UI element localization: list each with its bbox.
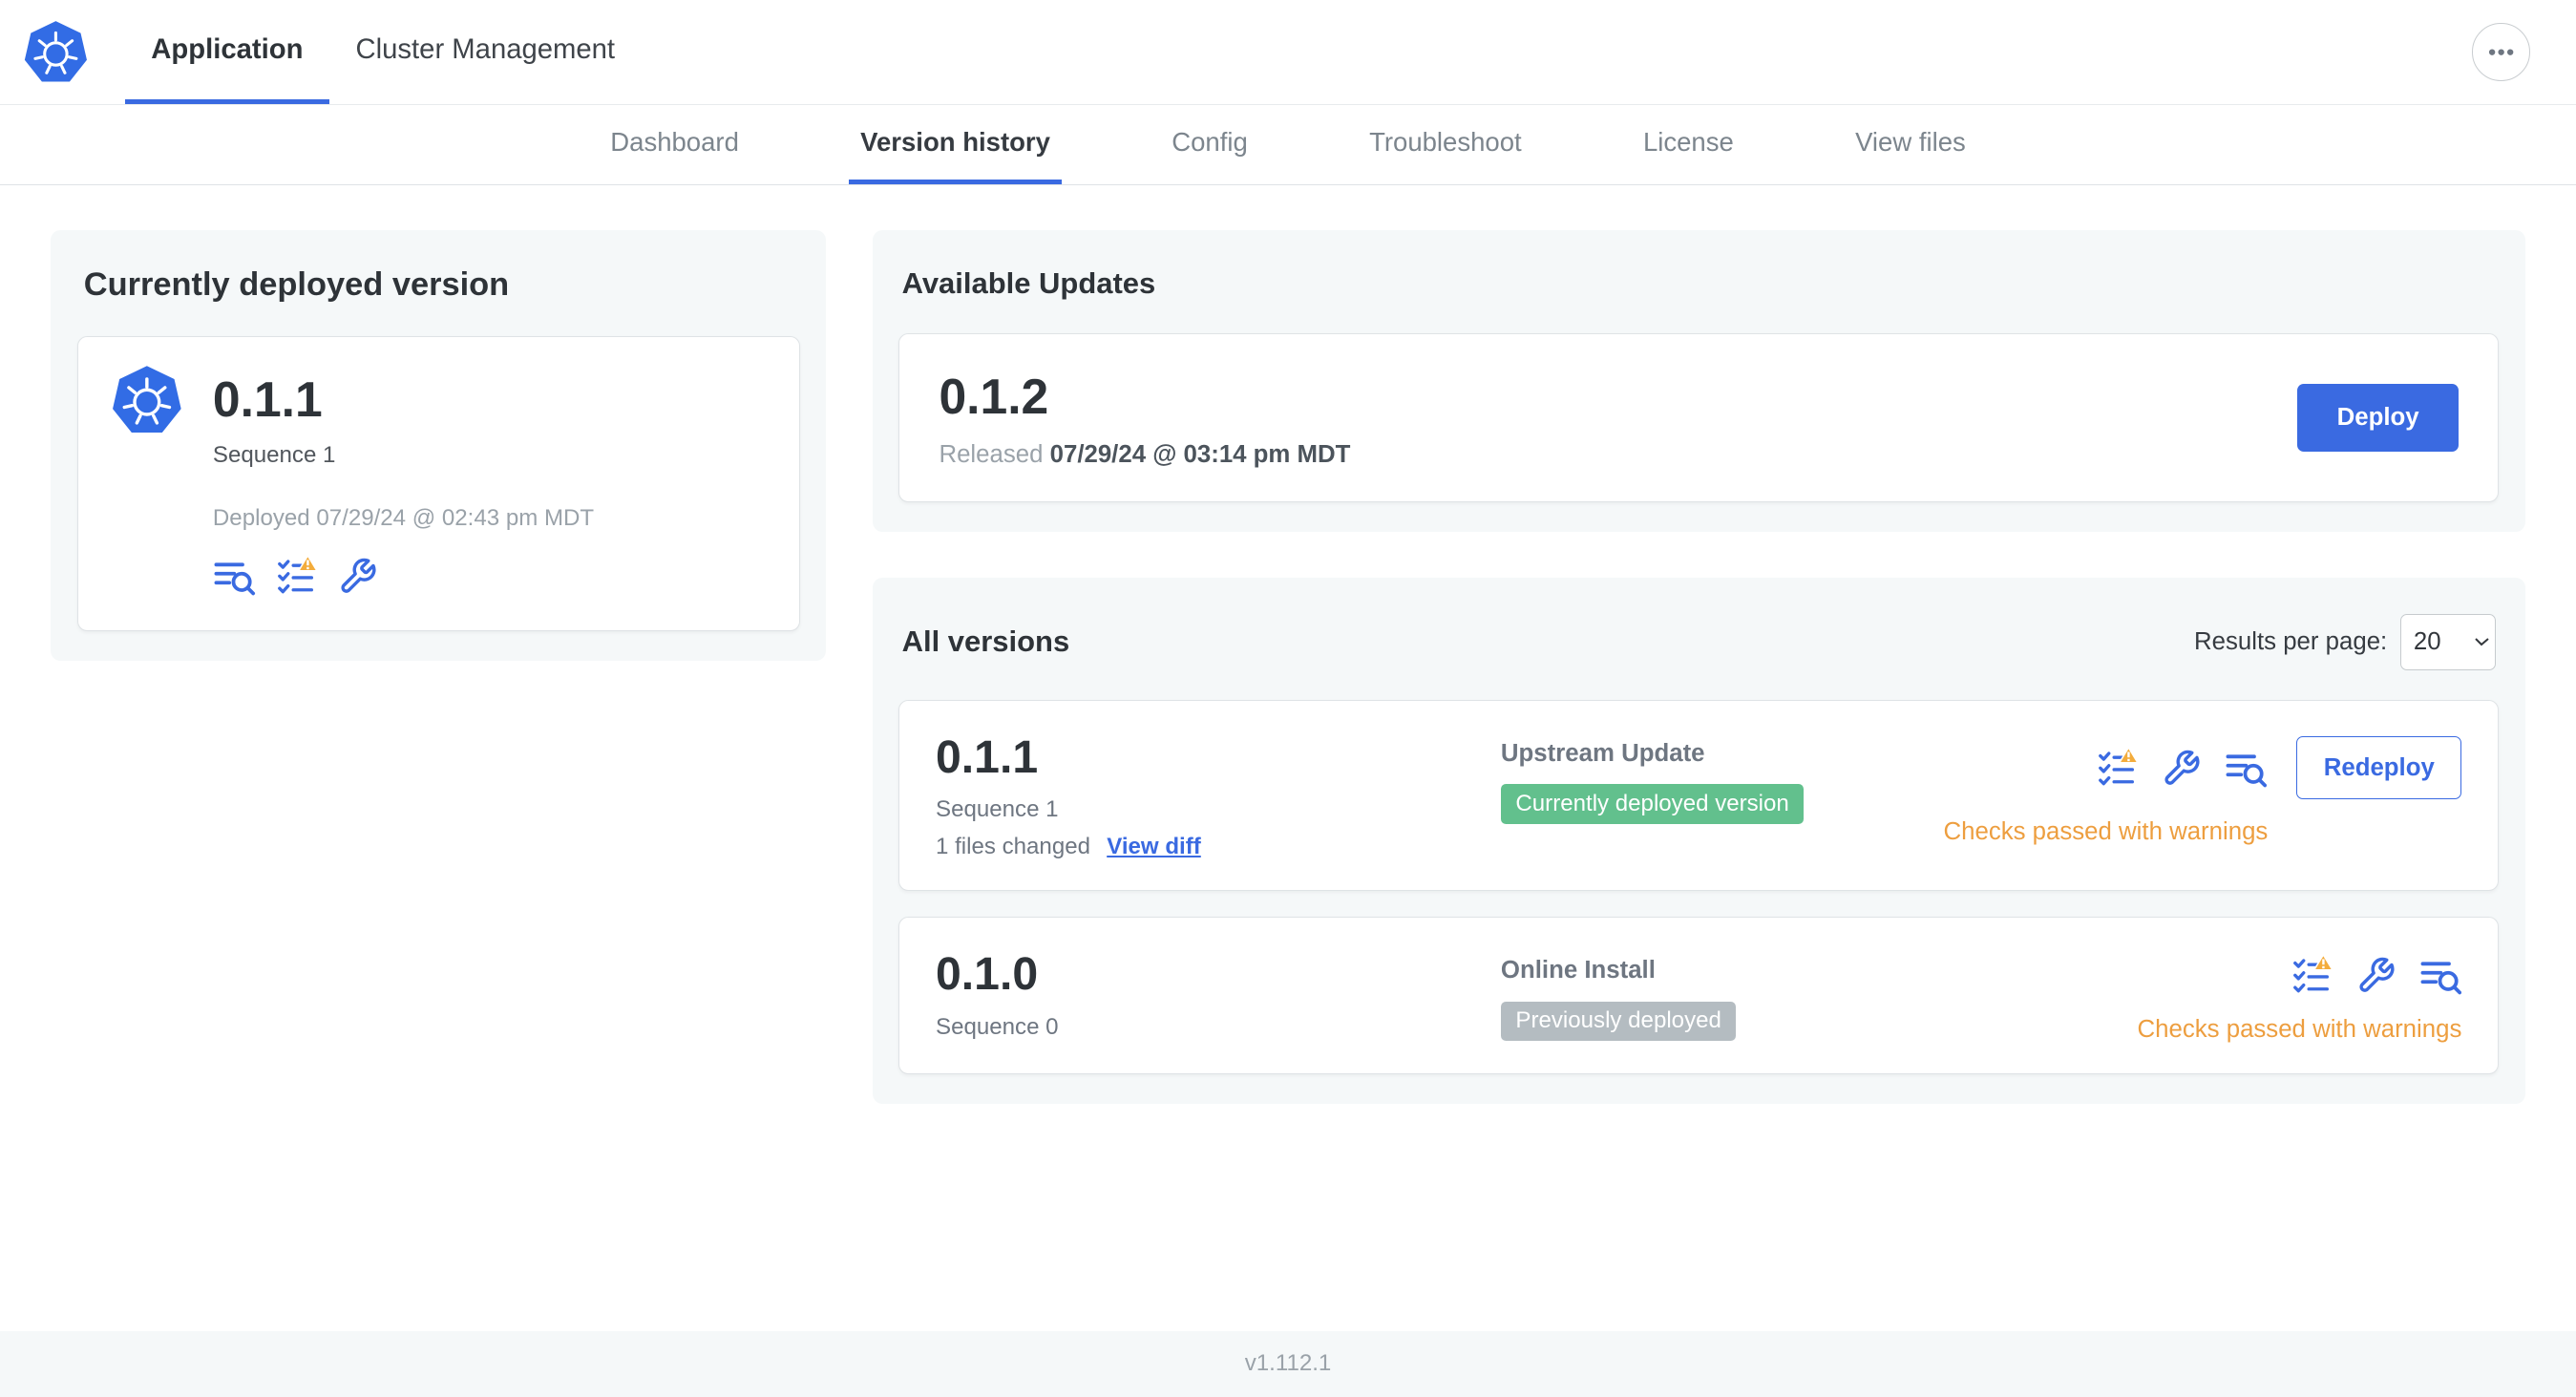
currently-deployed-title: Currently deployed version [83, 265, 510, 303]
analyze-wrench-icon[interactable] [2356, 956, 2396, 995]
top-header: Application Cluster Management [0, 0, 2576, 106]
logs-magnifier-icon[interactable] [213, 555, 256, 598]
preflight-checklist-warning-icon[interactable] [2291, 954, 2333, 997]
update-released-line: Released 07/29/24 @ 03:14 pm MDT [939, 441, 1350, 469]
kubernetes-app-icon [111, 364, 183, 436]
version-row-0-1-0: 0.1.0 Sequence 0 Online Install Previous… [898, 917, 2500, 1075]
subnav-item-troubleshoot[interactable]: Troubleshoot [1358, 105, 1533, 184]
top-tabs: Application Cluster Management [124, 0, 642, 105]
subnav-item-view-files[interactable]: View files [1844, 105, 1977, 184]
update-version-number: 0.1.2 [939, 368, 1049, 424]
available-update-row: 0.1.2 Released 07/29/24 @ 03:14 pm MDT D… [898, 333, 2500, 503]
results-per-page-select[interactable]: 20 [2399, 614, 2496, 670]
version-source-label: Upstream Update [1500, 739, 1705, 767]
results-per-page-label: Results per page: [2194, 627, 2388, 655]
ellipsis-icon [2481, 32, 2521, 72]
redeploy-button[interactable]: Redeploy [2296, 736, 2462, 799]
analyze-wrench-icon[interactable] [338, 557, 377, 596]
subnav-item-dashboard[interactable]: Dashboard [599, 105, 750, 184]
view-diff-link[interactable]: View diff [1107, 834, 1201, 860]
app-subnav: Dashboard Version history Config Trouble… [0, 105, 2576, 186]
released-date: 07/29/24 @ 03:14 pm MDT [1049, 440, 1351, 468]
analyze-wrench-icon[interactable] [2162, 749, 2201, 788]
deploy-button[interactable]: Deploy [2297, 384, 2459, 452]
preflight-checklist-warning-icon[interactable] [2096, 747, 2139, 790]
row-sequence: Sequence 0 [936, 1013, 1059, 1040]
subnav-item-config[interactable]: Config [1160, 105, 1259, 184]
logs-magnifier-icon[interactable] [2419, 954, 2462, 997]
more-menu-button[interactable] [2472, 23, 2530, 81]
checks-status-text: Checks passed with warnings [1943, 818, 2269, 846]
row-version-number: 0.1.0 [936, 948, 1039, 1001]
tab-cluster-management[interactable]: Cluster Management [329, 0, 642, 104]
all-versions-title: All versions [901, 624, 1070, 659]
checks-status-text: Checks passed with warnings [2137, 1016, 2462, 1044]
deployed-timestamp: Deployed 07/29/24 @ 02:43 pm MDT [212, 505, 595, 532]
available-updates-title: Available Updates [901, 265, 1156, 300]
currently-deployed-badge: Currently deployed version [1500, 784, 1805, 824]
tab-application[interactable]: Application [124, 0, 330, 105]
version-source-label: Online Install [1500, 957, 1656, 984]
preflight-checklist-warning-icon[interactable] [275, 555, 318, 598]
main-content: Currently deployed version 0.1.1 Sequenc… [0, 185, 2576, 1331]
row-version-number: 0.1.1 [936, 730, 1039, 783]
subnav-item-version-history[interactable]: Version history [849, 105, 1062, 185]
released-prefix: Released [939, 440, 1044, 468]
console-version: v1.112.1 [1244, 1350, 1332, 1377]
deployed-actions [213, 555, 594, 598]
deployed-version-card: 0.1.1 Sequence 1 Deployed 07/29/24 @ 02:… [76, 336, 800, 632]
app-footer: v1.112.1 [0, 1330, 2576, 1397]
logs-magnifier-icon[interactable] [2225, 747, 2268, 790]
currently-deployed-panel: Currently deployed version 0.1.1 Sequenc… [51, 229, 827, 662]
available-updates-panel: Available Updates 0.1.2 Released 07/29/2… [872, 229, 2525, 533]
version-row-0-1-1: 0.1.1 Sequence 1 1 files changed View di… [898, 699, 2500, 891]
deployed-sequence: Sequence 1 [212, 442, 336, 469]
files-changed-label: 1 files changed [936, 833, 1090, 859]
kubernetes-logo-icon [23, 19, 89, 85]
deployed-version-number: 0.1.1 [212, 370, 323, 427]
previously-deployed-badge: Previously deployed [1500, 1001, 1737, 1042]
all-versions-panel: All versions Results per page: 20 0.1.1 … [872, 578, 2525, 1105]
subnav-item-license[interactable]: License [1632, 105, 1745, 184]
row-sequence: Sequence 1 [936, 796, 1059, 823]
